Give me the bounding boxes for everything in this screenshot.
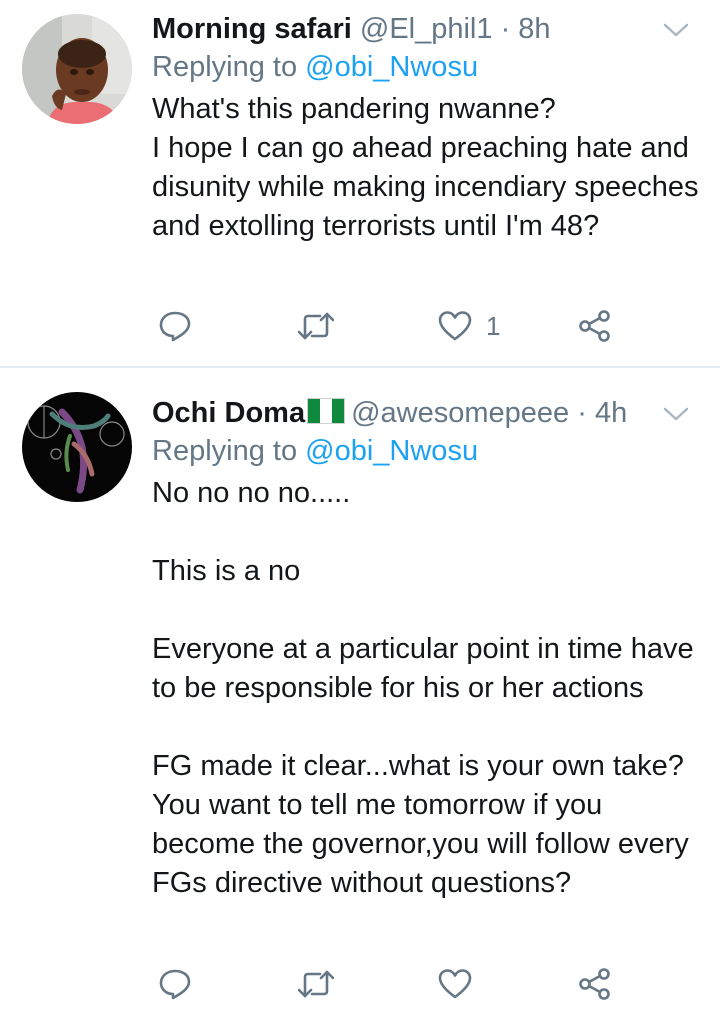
nigeria-flag-icon <box>307 398 346 424</box>
avatar[interactable] <box>22 14 132 124</box>
chevron-down-icon[interactable] <box>662 404 690 424</box>
avatar[interactable] <box>22 392 132 502</box>
user-handle[interactable]: @El_phil1 <box>360 13 493 45</box>
separator: · <box>500 13 511 45</box>
retweet-button[interactable] <box>298 964 334 1004</box>
heart-icon <box>438 969 472 999</box>
reply-icon <box>159 969 191 1000</box>
tweet-header: Ochi Doma @awesomepeee · 4h <box>152 394 700 432</box>
share-button[interactable] <box>578 964 612 1004</box>
tweet-actions: 1 <box>152 306 622 346</box>
share-icon <box>579 968 610 1000</box>
display-name[interactable]: Ochi Doma <box>152 397 305 429</box>
tweet[interactable]: Morning safari @El_phil1 · 8h Replying t… <box>0 0 720 366</box>
reply-button[interactable] <box>158 306 192 346</box>
tweet[interactable]: Ochi Doma @awesomepeee · 4h Replying to … <box>0 368 720 1021</box>
replying-prefix: Replying to <box>152 435 306 467</box>
like-button[interactable] <box>438 964 472 1004</box>
like-button[interactable]: 1 <box>438 306 500 346</box>
like-count: 1 <box>486 310 501 341</box>
mention-link[interactable]: @obi_Nwosu <box>305 51 478 83</box>
timestamp[interactable]: 8h <box>518 13 550 45</box>
tweet-text: No no no no..... This is a no Everyone a… <box>152 477 694 899</box>
retweet-icon <box>298 312 334 340</box>
replying-prefix: Replying to <box>152 51 306 83</box>
share-button[interactable] <box>578 306 612 346</box>
chevron-down-icon[interactable] <box>662 20 690 40</box>
tweet-header: Morning safari @El_phil1 · 8h <box>152 10 700 48</box>
reply-button[interactable] <box>158 964 192 1004</box>
retweet-button[interactable] <box>298 306 334 346</box>
user-handle[interactable]: @awesomepeee <box>351 397 569 429</box>
heart-icon <box>438 311 472 341</box>
timestamp[interactable]: 4h <box>595 397 627 429</box>
display-name[interactable]: Morning safari <box>152 13 352 45</box>
tweet-actions <box>152 964 622 1004</box>
separator: · <box>577 397 587 429</box>
mention-link[interactable]: @obi_Nwosu <box>305 435 478 467</box>
reply-icon <box>159 311 191 342</box>
share-icon <box>579 310 610 342</box>
replying-to: Replying to @obi_Nwosu <box>152 432 700 472</box>
retweet-icon <box>298 970 334 998</box>
tweet-text: What's this pandering nwanne? I hope I c… <box>152 93 699 242</box>
replying-to: Replying to @obi_Nwosu <box>152 48 700 88</box>
